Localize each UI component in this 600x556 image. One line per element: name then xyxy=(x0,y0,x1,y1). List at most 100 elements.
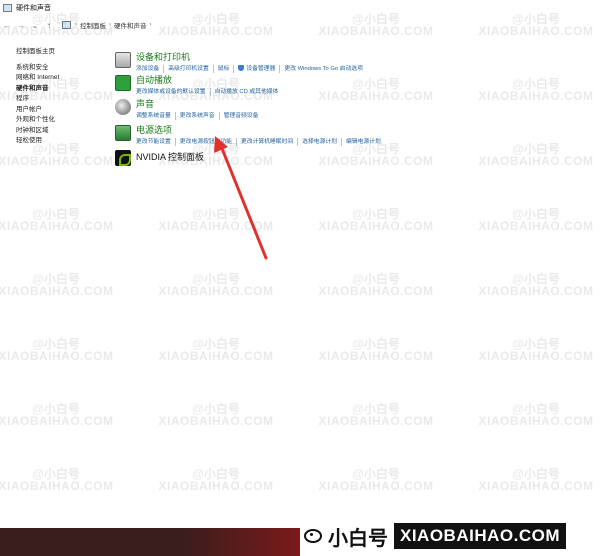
printer-icon xyxy=(115,52,131,68)
link-manage-audio-devices[interactable]: 管理音频设备 xyxy=(218,112,263,120)
watermark-brand-en: XIAOBAIHAO.COM xyxy=(0,349,114,363)
watermark-tile: @小白号 XIAOBAIHAO.COM xyxy=(470,270,600,298)
watermark-brand-cn: @小白号 xyxy=(352,337,400,351)
watermark-brand-cn: @小白号 xyxy=(352,402,400,416)
watermark-brand-en: XIAOBAIHAO.COM xyxy=(318,414,434,428)
watermark-brand-en: XIAOBAIHAO.COM xyxy=(318,284,434,298)
sidebar-item-ease-of-access[interactable]: 轻松使用 xyxy=(16,136,106,147)
category-title[interactable]: NVIDIA 控制面板 xyxy=(136,152,204,163)
brand-watermark: 小白号 XIAOBAIHAO.COM xyxy=(300,516,600,556)
link-edit-power-plan[interactable]: 编辑电源计划 xyxy=(340,138,385,146)
watermark-brand-en: XIAOBAIHAO.COM xyxy=(318,349,434,363)
watermark-tile: @小白号 XIAOBAIHAO.COM xyxy=(150,335,282,363)
sidebar-item-appearance[interactable]: 外观和个性化 xyxy=(16,115,106,126)
sidebar-item-user-accounts[interactable]: 用户帐户 xyxy=(16,105,106,116)
watermark-tile: @小白号 XIAOBAIHAO.COM xyxy=(150,205,282,233)
back-arrow-icon[interactable]: ← xyxy=(0,21,14,30)
control-panel-icon xyxy=(3,3,12,12)
watermark-brand-cn: @小白号 xyxy=(352,467,400,481)
link-autoplay-cd[interactable]: 自动播放 CD 或其他媒体 xyxy=(209,88,283,96)
watermark-brand-en: XIAOBAIHAO.COM xyxy=(478,479,594,493)
recent-locations-icon[interactable]: ⌄ xyxy=(28,21,42,30)
breadcrumb-hardware-sound[interactable]: 硬件和声音 xyxy=(114,20,147,30)
signal-logo-icon xyxy=(304,529,322,543)
watermark-tile: @小白号 XIAOBAIHAO.COM xyxy=(470,75,600,103)
brand-name-en: XIAOBAIHAO.COM xyxy=(394,523,566,549)
watermark-tile: @小白号 XIAOBAIHAO.COM xyxy=(310,75,442,103)
sidebar-item-network[interactable]: 网络和 Internet xyxy=(16,73,106,84)
watermark-tile: @小白号 XIAOBAIHAO.COM xyxy=(470,400,600,428)
sidebar-item-hardware-sound[interactable]: 硬件和声音 xyxy=(16,84,106,95)
watermark-brand-cn: @小白号 xyxy=(352,207,400,221)
watermark-brand-en: XIAOBAIHAO.COM xyxy=(158,219,274,233)
category-power-options: 电源选项 更改节能设置 更改电源按钮的功能 更改计算机睡眠时间 选择电源计划 编… xyxy=(115,125,385,146)
watermark-brand-cn: @小白号 xyxy=(512,272,560,286)
link-power-saving-settings[interactable]: 更改节能设置 xyxy=(136,138,175,146)
watermark-brand-cn: @小白号 xyxy=(32,272,80,286)
watermark-tile: @小白号 XIAOBAIHAO.COM xyxy=(310,205,442,233)
navigation-bar: ← → ⌄ ↑ › 控制面板 › 硬件和声音 › xyxy=(0,17,600,33)
watermark-tile: @小白号 XIAOBAIHAO.COM xyxy=(310,335,442,363)
watermark-brand-en: XIAOBAIHAO.COM xyxy=(158,349,274,363)
up-arrow-icon[interactable]: ↑ xyxy=(42,21,56,30)
link-advanced-printer-settings[interactable]: 高级打印机设置 xyxy=(163,65,213,73)
category-title[interactable]: 自动播放 xyxy=(136,75,282,86)
category-sound: 声音 调整系统音量 更改系统声音 管理音频设备 xyxy=(115,99,262,120)
watermark-brand-en: XIAOBAIHAO.COM xyxy=(478,414,594,428)
category-title[interactable]: 电源选项 xyxy=(136,125,385,136)
watermark-brand-en: XIAOBAIHAO.COM xyxy=(0,284,114,298)
forward-arrow-icon[interactable]: → xyxy=(14,21,28,30)
watermark-brand-cn: @小白号 xyxy=(512,207,560,221)
link-windows-to-go[interactable]: 更改 Windows To Go 启动选项 xyxy=(279,65,367,73)
watermark-brand-en: XIAOBAIHAO.COM xyxy=(0,154,114,168)
category-title[interactable]: 声音 xyxy=(136,99,262,110)
watermark-brand-cn: @小白号 xyxy=(192,207,240,221)
watermark-brand-en: XIAOBAIHAO.COM xyxy=(478,89,594,103)
watermark-brand-en: XIAOBAIHAO.COM xyxy=(0,414,114,428)
category-autoplay: 自动播放 更改媒体或设备的默认设置 自动播放 CD 或其他媒体 xyxy=(115,75,282,96)
link-add-device[interactable]: 添加设备 xyxy=(136,65,163,73)
watermark-brand-en: XIAOBAIHAO.COM xyxy=(318,154,434,168)
sidebar-item-home[interactable]: 控制面板主页 xyxy=(16,47,106,58)
sidebar: 控制面板主页 系统和安全 网络和 Internet 硬件和声音 程序 用户帐户 … xyxy=(16,47,106,147)
taskbar-strip xyxy=(0,528,300,556)
sidebar-item-system-security[interactable]: 系统和安全 xyxy=(16,63,106,74)
watermark-brand-en: XIAOBAIHAO.COM xyxy=(478,219,594,233)
watermark-tile: @小白号 XIAOBAIHAO.COM xyxy=(470,335,600,363)
watermark-brand-cn: @小白号 xyxy=(32,467,80,481)
watermark-tile: @小白号 XIAOBAIHAO.COM xyxy=(150,400,282,428)
speaker-icon xyxy=(115,99,131,115)
control-panel-icon xyxy=(62,21,71,29)
watermark-brand-en: XIAOBAIHAO.COM xyxy=(0,479,114,493)
watermark-brand-cn: @小白号 xyxy=(32,207,80,221)
watermark-brand-en: XIAOBAIHAO.COM xyxy=(158,284,274,298)
watermark-tile: @小白号 XIAOBAIHAO.COM xyxy=(0,335,122,363)
watermark-brand-cn: @小白号 xyxy=(32,337,80,351)
link-choose-power-plan[interactable]: 选择电源计划 xyxy=(297,138,341,146)
link-power-button-function[interactable]: 更改电源按钮的功能 xyxy=(174,138,236,146)
watermark-brand-en: XIAOBAIHAO.COM xyxy=(158,414,274,428)
watermark-brand-cn: @小白号 xyxy=(512,402,560,416)
watermark-tile: @小白号 XIAOBAIHAO.COM xyxy=(150,465,282,493)
sidebar-item-clock-region[interactable]: 时钟和区域 xyxy=(16,126,106,137)
watermark-tile: @小白号 XIAOBAIHAO.COM xyxy=(0,400,122,428)
watermark-brand-cn: @小白号 xyxy=(512,77,560,91)
link-device-manager-label: 设备管理器 xyxy=(246,66,276,72)
watermark-brand-cn: @小白号 xyxy=(352,272,400,286)
link-adjust-volume[interactable]: 调整系统音量 xyxy=(136,112,175,120)
link-mouse[interactable]: 鼠标 xyxy=(212,65,234,73)
watermark-brand-cn: @小白号 xyxy=(512,337,560,351)
sidebar-item-programs[interactable]: 程序 xyxy=(16,94,106,105)
breadcrumb-control-panel[interactable]: 控制面板 xyxy=(80,20,106,30)
link-media-default-settings[interactable]: 更改媒体或设备的默认设置 xyxy=(136,88,210,96)
watermark-brand-cn: @小白号 xyxy=(352,77,400,91)
watermark-brand-en: XIAOBAIHAO.COM xyxy=(318,479,434,493)
link-change-system-sounds[interactable]: 更改系统声音 xyxy=(174,112,219,120)
watermark-brand-cn: @小白号 xyxy=(512,467,560,481)
arrow-shaft xyxy=(219,144,268,260)
watermark-brand-en: XIAOBAIHAO.COM xyxy=(478,349,594,363)
category-title[interactable]: 设备和打印机 xyxy=(136,52,367,63)
link-sleep-time[interactable]: 更改计算机睡眠时间 xyxy=(235,138,297,146)
link-device-manager[interactable]: 设备管理器 xyxy=(233,65,279,73)
watermark-tile: @小白号 XIAOBAIHAO.COM xyxy=(310,400,442,428)
